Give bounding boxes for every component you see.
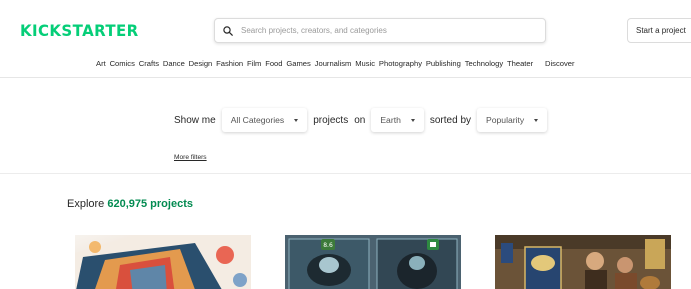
category-link-food[interactable]: Food [265,59,282,68]
location-dropdown[interactable]: Earth [371,108,424,132]
search-icon [223,25,233,36]
category-link-design[interactable]: Design [189,59,213,68]
on-label: on [354,114,366,126]
site-header: KICKSTARTER Start a project Art Comics C… [0,0,691,78]
category-link-dance[interactable]: Dance [163,59,185,68]
search-input[interactable] [241,26,531,35]
rating-badge: 8.6 [323,242,333,249]
category-nav: Art Comics Crafts Dance Design Fashion F… [96,59,575,68]
category-link-games[interactable]: Games [286,59,310,68]
category-link-fashion[interactable]: Fashion [216,59,243,68]
category-link-film[interactable]: Film [247,59,261,68]
category-link-crafts[interactable]: Crafts [139,59,159,68]
caret-down-icon [294,118,299,122]
category-link-music[interactable]: Music [355,59,375,68]
projects-label: projects [313,114,349,126]
category-link-technology[interactable]: Technology [465,59,503,68]
filter-sentence: Show me All Categories projects on Earth… [174,107,553,133]
sort-dropdown[interactable]: Popularity [477,108,548,132]
start-project-button[interactable]: Start a project [627,18,691,43]
category-link-art[interactable]: Art [96,59,106,68]
category-link-journalism[interactable]: Journalism [315,59,352,68]
category-link-comics[interactable]: Comics [110,59,135,68]
discover-link[interactable]: Discover [545,59,575,68]
category-dropdown-value: All Categories [230,115,285,125]
location-dropdown-value: Earth [380,115,401,125]
show-me-label: Show me [174,114,216,126]
project-card-thumbnail[interactable] [495,235,671,289]
explore-heading: Explore 620,975 projects [67,198,193,210]
search-bar[interactable] [214,18,546,43]
project-image [75,235,251,289]
sort-dropdown-value: Popularity [486,115,525,125]
category-link-theater[interactable]: Theater [507,59,533,68]
category-link-publishing[interactable]: Publishing [426,59,461,68]
section-divider [0,173,691,174]
category-dropdown[interactable]: All Categories [221,108,308,132]
caret-down-icon [410,118,415,122]
sorted-by-label: sorted by [429,114,472,126]
category-link-photography[interactable]: Photography [379,59,422,68]
project-count: 620,975 projects [107,198,193,210]
project-image: 8.6 [285,235,461,289]
explore-label: Explore [67,198,105,210]
more-filters-link[interactable]: More filters [174,154,207,161]
project-card-thumbnail[interactable] [75,235,251,289]
project-card-thumbnail[interactable]: 8.6 [285,235,461,289]
caret-down-icon [534,118,539,122]
project-image [495,235,671,289]
kickstarter-logo[interactable]: KICKSTARTER [20,22,139,41]
